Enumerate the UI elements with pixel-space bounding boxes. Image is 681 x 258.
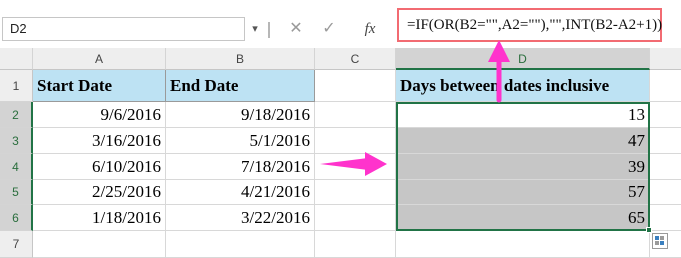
annotation-arrows — [320, 40, 510, 176]
arrow-up-to-formula — [488, 40, 510, 103]
arrow-right-to-results — [320, 152, 387, 176]
